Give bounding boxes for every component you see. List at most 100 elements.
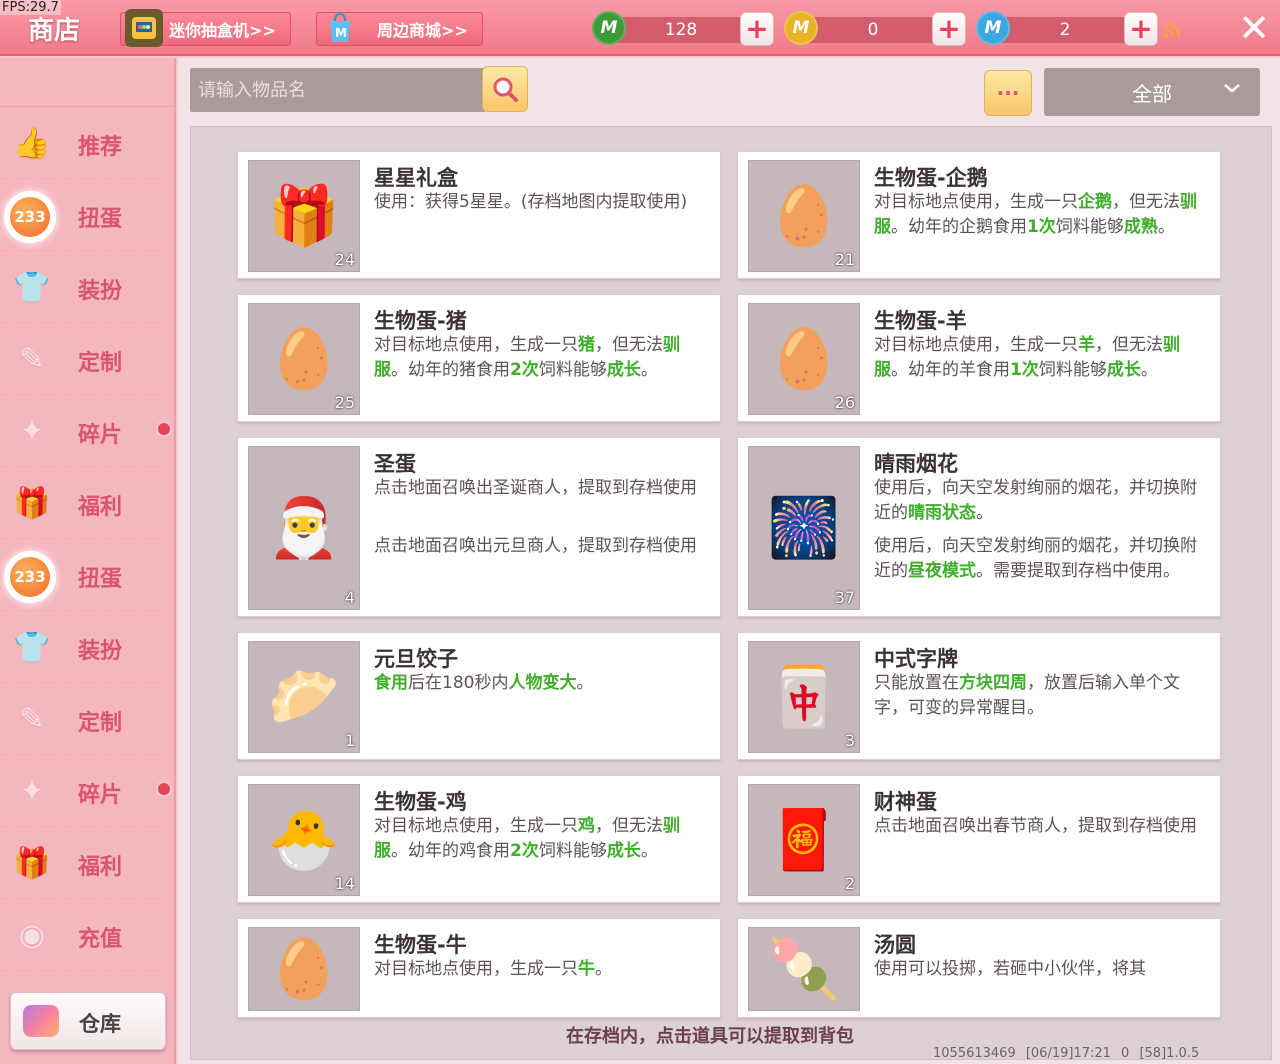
merch-mall-button[interactable]: M 周边商城>> — [316, 12, 483, 46]
add-bean-button[interactable]: + — [740, 12, 774, 46]
item-description: 对目标地点使用，生成一只鸡，但无法驯服。幼年的鸡食用2次饲料能够成长。 — [374, 814, 704, 864]
item-icon: 🎆 — [767, 493, 841, 562]
item-card[interactable]: 🎆 37 晴雨烟花 使用后，向天空发射绚丽的烟花，并切换附近的晴雨状态。 使用后，向天空… — [737, 437, 1221, 617]
item-card[interactable]: 🀄 3 中式字牌 只能放置在方块四周，放置后输入单个文字，可变的异常醒目。 — [737, 632, 1221, 760]
add-coin-button[interactable]: + — [932, 12, 966, 46]
sidebar-item[interactable]: ✦ 碎片 — [0, 755, 174, 827]
gacha-badge-count: 233 — [10, 197, 50, 237]
desc-text: 点击地面召唤出圣诞商人，提取到存档使用 — [374, 478, 697, 498]
gift-icon: 🎁 — [13, 845, 51, 881]
sidebar-item-label: 碎片 — [78, 423, 123, 448]
desc-text: 只能放置在 — [874, 673, 959, 693]
footer-tip: 在存档内，点击道具可以提取到背包 — [566, 1026, 854, 1047]
outfit-icon: 👕 — [13, 269, 51, 305]
desc-text: 。幼年的猪食用 — [391, 360, 510, 380]
sidebar-item[interactable]: ✎ 定制 — [0, 683, 174, 755]
sidebar-item-label: 福利 — [78, 855, 123, 880]
add-point-button[interactable]: + — [1124, 12, 1158, 46]
item-description: 对目标地点使用，生成一只羊，但无法驯服。幼年的羊食用1次饲料能够成长。 — [874, 333, 1204, 383]
search-icon — [493, 77, 518, 102]
item-thumbnail: 🥚 21 — [748, 160, 860, 272]
sidebar-item[interactable]: 👕 装扮 — [0, 251, 174, 323]
mini-bean-icon: M — [592, 11, 626, 45]
sidebar-item[interactable]: 🎁 福利 — [0, 827, 174, 899]
item-card[interactable]: 🥚 26 生物蛋-羊 对目标地点使用，生成一只羊，但无法驯服。幼年的羊食用1次饲料能够… — [737, 294, 1221, 422]
fragment-icon: ✦ — [19, 773, 45, 809]
category-filter-value: 全部 — [1132, 81, 1172, 106]
item-list-panel[interactable]: 🎁 24 星星礼盒 使用：获得5星星。(存档地图内提取使用) 🥚 21 生物蛋-企鹅 对目标地… — [190, 126, 1272, 1060]
fps-counter: FPS:29.7 — [0, 0, 61, 15]
gift-icon: 🎁 — [13, 485, 51, 521]
item-thumbnail: 🥚 26 — [748, 303, 860, 415]
desc-text: 饲料能够 — [1038, 360, 1107, 380]
item-thumbnail: 🥚 25 — [248, 303, 360, 415]
blindbox-label: 迷你抽盒机>> — [169, 21, 276, 40]
item-description: 对目标地点使用，生成一只企鹅，但无法驯服。幼年的企鹅食用1次饲料能够成熟。 — [874, 190, 1204, 240]
warehouse-label: 仓库 — [79, 1012, 121, 1036]
desc-text: 饲料能够 — [538, 360, 607, 380]
close-button[interactable]: ✕ — [1234, 6, 1274, 50]
desc-text: 。 — [640, 360, 658, 380]
desc-text: 。需要提取到存档中使用。 — [976, 561, 1180, 581]
category-filter-select[interactable]: 全部 — [1044, 68, 1260, 116]
item-icon: 🥚 — [767, 324, 841, 393]
item-card[interactable]: 🥟 1 元旦饺子 食用后在180秒内人物变大。 — [237, 632, 721, 760]
desc-text: 。 — [1140, 360, 1158, 380]
highlight-text: 晴雨状态 — [908, 503, 976, 523]
warehouse-button[interactable]: 仓库 — [10, 992, 166, 1050]
item-card[interactable]: 🐣 14 生物蛋-鸡 对目标地点使用，生成一只鸡，但无法驯服。幼年的鸡食用2次饲料能够… — [237, 775, 721, 903]
sidebar-item-label: 扭蛋 — [78, 207, 123, 232]
desc-text: 。 — [1157, 217, 1175, 237]
sidebar-item[interactable]: 🎁 福利 — [0, 467, 174, 539]
sidebar-item[interactable]: ◉ 充值 — [0, 899, 174, 971]
item-count: 25 — [334, 393, 355, 412]
item-description: 点击地面召唤出春节商人，提取到存档使用 — [874, 814, 1204, 839]
more-options-button[interactable]: ··· — [984, 70, 1032, 116]
highlight-text: 成长 — [1106, 360, 1141, 380]
item-icon: 🎁 — [267, 181, 341, 250]
item-description: 对目标地点使用，生成一只牛。 — [374, 957, 704, 982]
highlight-text: 方块四周 — [959, 673, 1027, 693]
blindbox-machine-icon — [125, 9, 163, 47]
item-thumbnail: 🐣 14 — [248, 784, 360, 896]
search-input[interactable] — [190, 68, 482, 112]
item-title: 生物蛋-猪 — [374, 309, 467, 333]
item-card[interactable]: 🧧 2 财神蛋 点击地面召唤出春节商人，提取到存档使用 — [737, 775, 1221, 903]
thumbs-up-icon: 👍 — [13, 125, 51, 161]
item-title: 生物蛋-牛 — [374, 933, 467, 957]
item-card[interactable]: 🎁 24 星星礼盒 使用：获得5星星。(存档地图内提取使用) — [237, 151, 721, 279]
highlight-text: 食用 — [374, 673, 408, 693]
item-title: 生物蛋-鸡 — [374, 790, 467, 814]
custom-pencil-icon: ✎ — [19, 341, 45, 377]
sidebar-item-label: 装扮 — [78, 639, 123, 664]
item-description: 点击地面召唤出圣诞商人，提取到存档使用 — [374, 476, 704, 501]
item-count: 4 — [344, 588, 355, 607]
item-thumbnail: 🀄 3 — [748, 641, 860, 753]
item-card[interactable]: 🥚 21 生物蛋-企鹅 对目标地点使用，生成一只企鹅，但无法驯服。幼年的企鹅食用1次饲… — [737, 151, 1221, 279]
item-count: 1 — [344, 731, 355, 750]
sidebar-item[interactable]: 233 扭蛋 — [0, 179, 174, 251]
item-title: 元旦饺子 — [374, 647, 458, 671]
sidebar-item[interactable]: 233 扭蛋 — [0, 539, 174, 611]
warehouse-icon — [23, 1005, 59, 1037]
sidebar-item[interactable]: ✎ 定制 — [0, 323, 174, 395]
blindbox-button[interactable]: 迷你抽盒机>> — [120, 9, 291, 47]
sidebar-item[interactable]: ✦ 碎片 — [0, 395, 174, 467]
item-card[interactable]: 🥚 25 生物蛋-猪 对目标地点使用，生成一只猪，但无法驯服。幼年的猪食用2次饲料能够… — [237, 294, 721, 422]
item-thumbnail: 🧧 2 — [748, 784, 860, 896]
search-button[interactable] — [482, 66, 528, 112]
item-card[interactable]: 🍡 汤圆 使用可以投掷，若砸中小伙伴，将其 — [737, 918, 1221, 1018]
sidebar-item-label: 定制 — [78, 711, 123, 736]
sidebar-list[interactable]: 👍 推荐 233 扭蛋 👕 装扮 ✎ 定制 ✦ 碎片 🎁 福利 233 扭蛋 👕 装扮 ✎ 定制 ✦ 碎片 🎁 福利 ◉ 充值 — [0, 106, 174, 994]
item-card[interactable]: 🥚 生物蛋-牛 对目标地点使用，生成一只牛。 — [237, 918, 721, 1018]
highlight-text: 牛 — [578, 959, 595, 979]
sidebar-item[interactable]: 👍 推荐 — [0, 107, 174, 179]
item-icon: 🥚 — [267, 934, 341, 1003]
item-icon: 🥚 — [767, 181, 841, 250]
item-icon: 🎅 — [267, 493, 341, 562]
item-card[interactable]: 🎅 4 圣蛋 点击地面召唤出圣诞商人，提取到存档使用 点击地面召唤出元旦商人，提取到存档… — [237, 437, 721, 617]
desc-text: 对目标地点使用，生成一只 — [874, 335, 1078, 355]
sidebar-item[interactable]: 👕 装扮 — [0, 611, 174, 683]
more-icon: ··· — [996, 81, 1020, 105]
sidebar-item-label: 定制 — [78, 351, 123, 376]
